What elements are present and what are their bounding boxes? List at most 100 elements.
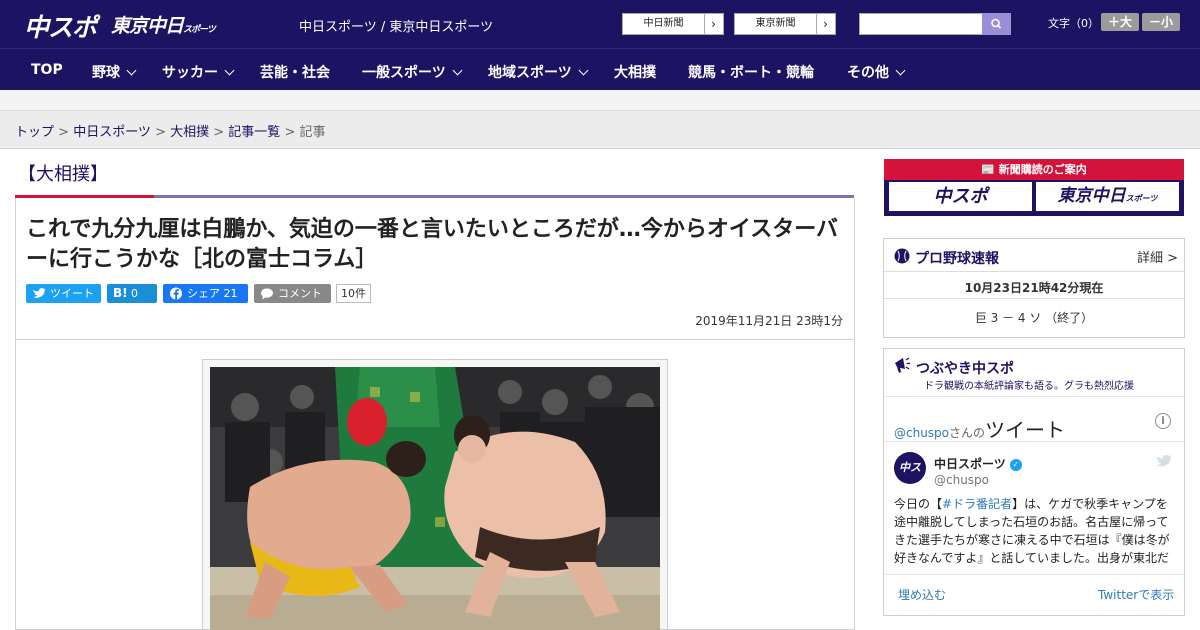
tweet-author-name[interactable]: 中日スポーツ ✓ bbox=[934, 455, 1022, 472]
hatena-bookmark-count: 0 bbox=[131, 287, 138, 300]
twitter-timeline-header[interactable]: @chuspoさんのツイート bbox=[894, 414, 1065, 443]
tokyo-chunichi-logo[interactable]: 東京中日スポーツ bbox=[111, 11, 216, 38]
nav-item-label: 芸能・社会 bbox=[260, 65, 330, 81]
widget-divider bbox=[884, 574, 1184, 575]
twitter-bird-icon bbox=[33, 288, 46, 298]
baseball-icon bbox=[894, 248, 910, 264]
tweet-text-pre: 今日の【 bbox=[894, 497, 943, 511]
embed-link[interactable]: 埋め込む bbox=[898, 586, 946, 603]
subscription-banner-title: 新聞購読のご案内 bbox=[998, 163, 1087, 176]
nav-item-other[interactable]: その他 bbox=[847, 62, 906, 82]
subscription-logo-tokyo-chunichi-text: 東京中日 bbox=[1057, 186, 1126, 206]
nav-item-local-sports[interactable]: 地域スポーツ bbox=[488, 62, 589, 82]
megaphone-icon bbox=[895, 357, 910, 373]
tweet-button-label: ツイート bbox=[50, 287, 94, 300]
article-photo[interactable] bbox=[210, 367, 660, 630]
info-icon[interactable]: i bbox=[1155, 413, 1171, 429]
nav-item-top[interactable]: TOP bbox=[31, 62, 63, 78]
main-nav: TOP 野球 サッカー 芸能・社会 一般スポーツ 地域スポーツ 大相撲 競馬・ボ… bbox=[0, 48, 1200, 90]
breadcrumb-link-article-list[interactable]: 記事一覧 bbox=[228, 125, 280, 140]
chuspo-logo[interactable]: 中スポ bbox=[24, 8, 97, 44]
breadcrumb-link-chunichi-sports[interactable]: 中日スポーツ bbox=[73, 125, 151, 140]
tokyo-shimbun-button[interactable]: 東京新聞 › bbox=[734, 13, 836, 35]
site-title: 中日スポーツ / 東京中日スポーツ bbox=[299, 20, 494, 35]
chevron-right-icon: › bbox=[711, 17, 716, 31]
search-button[interactable] bbox=[982, 13, 1011, 35]
newspaper-icon: 📰 bbox=[981, 163, 995, 176]
chevron-right-icon: › bbox=[823, 17, 828, 31]
chevron-down-icon bbox=[452, 65, 463, 76]
subscription-banner-header: 📰 新聞購読のご案内 bbox=[884, 159, 1184, 180]
tweet-text: 今日の【#ドラ番記者】は、ケガで秋季キャンプを途中離脱してしまった石垣のお話。名… bbox=[894, 495, 1174, 567]
nav-item-general-sports[interactable]: 一般スポーツ bbox=[362, 62, 463, 82]
article-divider bbox=[15, 339, 855, 340]
widget-divider bbox=[884, 298, 1184, 299]
chevron-down-icon bbox=[895, 65, 906, 76]
top-bar: 中スポ 東京中日スポーツ 中日スポーツ / 東京中日スポーツ 中日新聞 › 東京… bbox=[0, 0, 1200, 48]
article-category: 【大相撲】 bbox=[18, 164, 108, 185]
nav-item-soccer[interactable]: サッカー bbox=[162, 62, 235, 82]
font-size-increase-button[interactable]: ＋大 bbox=[1101, 13, 1139, 31]
nav-item-label: 地域スポーツ bbox=[488, 65, 572, 81]
breadcrumb-separator: > bbox=[209, 125, 229, 140]
nav-item-label: 野球 bbox=[92, 65, 120, 81]
tweet-author-handle[interactable]: @chuspo bbox=[934, 473, 989, 487]
tweet-author-name-text: 中日スポーツ bbox=[934, 457, 1006, 471]
facebook-share-label: シェア 21 bbox=[187, 287, 238, 300]
chunichi-shimbun-label: 中日新聞 bbox=[623, 14, 705, 34]
verified-badge-icon: ✓ bbox=[1009, 458, 1022, 471]
nav-item-label: TOP bbox=[31, 62, 63, 78]
comment-button-label: コメント bbox=[278, 287, 322, 300]
nav-item-label: 大相撲 bbox=[614, 65, 656, 81]
article-headline: これで九分九厘は白鵬か、気迫の一番と言いたいところだが…今からオイスターバーに行… bbox=[26, 217, 839, 272]
twitter-widget-title: つぶやき中スポ bbox=[916, 361, 1014, 377]
sub-nav-spacer bbox=[0, 90, 1200, 111]
widget-divider bbox=[884, 396, 1184, 397]
hatena-bookmark-button[interactable]: B! 0 bbox=[107, 284, 157, 303]
nav-item-entertainment[interactable]: 芸能・社会 bbox=[260, 62, 330, 82]
article-date: 2019年11月21日 23時1分 bbox=[695, 314, 843, 328]
font-size-decrease-button[interactable]: －小 bbox=[1142, 13, 1180, 31]
view-on-twitter-link[interactable]: Twitterで表示 bbox=[1098, 586, 1174, 603]
twitter-tweets-label: ツイート bbox=[985, 418, 1066, 442]
widget-divider bbox=[884, 271, 1184, 272]
nav-item-racing[interactable]: 競馬・ボート・競輪 bbox=[688, 62, 814, 82]
breadcrumb-separator: > bbox=[54, 125, 74, 140]
baseball-detail-link[interactable]: 詳細 > bbox=[1137, 247, 1178, 266]
breadcrumb-link-sumo[interactable]: 大相撲 bbox=[170, 125, 209, 140]
search-icon bbox=[991, 18, 1002, 29]
nav-item-label: その他 bbox=[847, 65, 889, 81]
hatena-bookmark-icon: B! bbox=[113, 286, 128, 300]
twitter-bird-icon[interactable] bbox=[1156, 454, 1172, 467]
nav-item-label: 一般スポーツ bbox=[362, 65, 446, 81]
twitter-handle-suffix: さんの bbox=[949, 426, 986, 440]
tweet-hashtag-link[interactable]: #ドラ番記者 bbox=[942, 497, 1012, 511]
nav-item-baseball[interactable]: 野球 bbox=[92, 62, 137, 82]
baseball-widget-title: プロ野球速報 bbox=[915, 251, 999, 267]
avatar[interactable]: 中スポ bbox=[894, 452, 926, 506]
tokyo-shimbun-label: 東京新聞 bbox=[735, 14, 817, 34]
sumo-bout-illustration bbox=[210, 367, 660, 630]
twitter-widget-subtitle: ドラ観戦の本紙評論家も語る。グラも熱烈応援 bbox=[924, 381, 1134, 392]
breadcrumb-separator: > bbox=[280, 125, 300, 140]
baseball-timestamp: 10月23日21時42分現在 bbox=[964, 281, 1104, 295]
comment-count: 10件 bbox=[336, 284, 371, 303]
search-input[interactable] bbox=[859, 13, 983, 35]
nav-item-sumo[interactable]: 大相撲 bbox=[614, 62, 656, 82]
subscription-logo-tokyo-chunichi[interactable]: 東京中日スポーツ bbox=[1036, 182, 1179, 211]
chevron-down-icon bbox=[224, 65, 235, 76]
breadcrumb-link-top[interactable]: トップ bbox=[15, 125, 54, 140]
tokyo-chunichi-logo-text: 東京中日 bbox=[111, 15, 184, 37]
baseball-score[interactable]: 巨 3 － 4 ソ （終了） bbox=[883, 309, 1185, 326]
facebook-icon bbox=[170, 287, 182, 300]
nav-item-label: 競馬・ボート・競輪 bbox=[688, 65, 814, 81]
breadcrumb-separator: > bbox=[150, 125, 171, 140]
subscription-logo-chuspo[interactable]: 中スポ bbox=[889, 182, 1032, 211]
tweet-button[interactable]: ツイート bbox=[26, 284, 101, 303]
comment-button[interactable]: コメント bbox=[254, 284, 331, 303]
chunichi-shimbun-button[interactable]: 中日新聞 › bbox=[622, 13, 724, 35]
facebook-share-button[interactable]: シェア 21 bbox=[163, 284, 248, 303]
font-size-label: 文字（0） bbox=[1048, 17, 1099, 30]
nav-item-label: サッカー bbox=[162, 65, 218, 81]
breadcrumb-current: 記事 bbox=[299, 125, 326, 140]
